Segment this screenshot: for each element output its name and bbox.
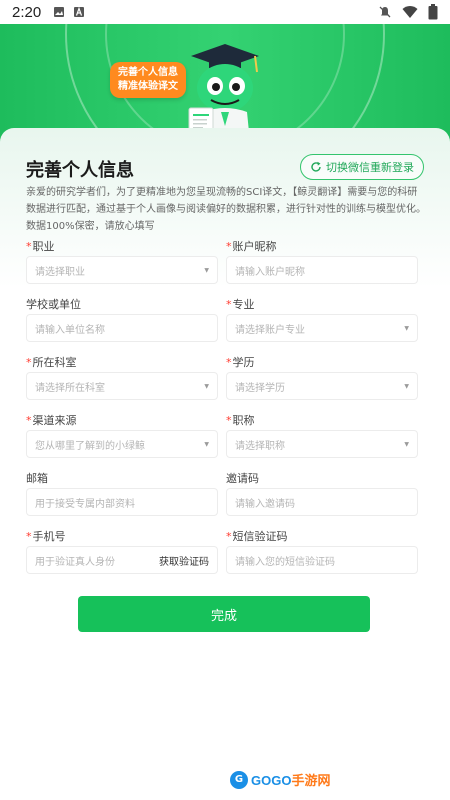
required-mark: * <box>26 240 32 253</box>
required-mark: * <box>26 530 32 543</box>
required-mark: * <box>226 356 232 369</box>
switch-wechat-login-button[interactable]: 切换微信重新登录 <box>300 154 424 180</box>
field-label-department: *所在科室 <box>26 356 77 369</box>
required-mark: * <box>26 356 32 369</box>
dropdown-caret-icon: ▼ <box>204 440 209 448</box>
get-code-button[interactable]: 获取验证码 <box>159 553 209 568</box>
required-mark: * <box>226 414 232 427</box>
refresh-icon <box>311 161 321 172</box>
field-label-occupation: *职业 <box>26 240 55 253</box>
wifi-icon <box>402 6 418 18</box>
dropdown-caret-icon: ▼ <box>204 382 209 390</box>
field-label-title: *职称 <box>226 414 255 427</box>
bubble-line-2: 精准体验译文 <box>118 81 178 92</box>
major-select[interactable]: 请选择账户专业 ▼ <box>226 314 418 342</box>
field-label-invite-code: 邀请码 <box>226 472 259 485</box>
status-bar: 2:20 <box>0 0 450 24</box>
required-mark: * <box>26 414 32 427</box>
profile-form-card: 完善个人信息 切换微信重新登录 亲爱的研究学者们，为了更精准地为您呈现流畅的SC… <box>0 128 450 800</box>
required-mark: * <box>226 240 232 253</box>
speech-bubble: 完善个人信息 精准体验译文 <box>110 62 186 98</box>
field-label-sms-code: *短信验证码 <box>226 530 288 543</box>
invite-code-input[interactable]: 请输入邀请码 <box>226 488 418 516</box>
required-mark: * <box>226 298 232 311</box>
bubble-line-1: 完善个人信息 <box>118 67 178 78</box>
intro-text: 亲爱的研究学者们，为了更精准地为您呈现流畅的SCI译文，【鲸灵翻译】需要与您的科… <box>26 187 426 232</box>
field-label-school: 学校或单位 <box>26 298 81 311</box>
occupation-select[interactable]: 请选择职业 ▼ <box>26 256 218 284</box>
battery-icon <box>428 4 438 20</box>
department-select[interactable]: 请选择所在科室 ▼ <box>26 372 218 400</box>
required-mark: * <box>226 530 232 543</box>
dropdown-caret-icon: ▼ <box>404 324 409 332</box>
field-label-education: *学历 <box>226 356 255 369</box>
dropdown-caret-icon: ▼ <box>204 266 209 274</box>
watermark-text: GOGO手游网 <box>251 773 331 788</box>
phone-input[interactable]: 用于验证真人身份 获取验证码 <box>26 546 218 574</box>
job-title-select[interactable]: 请选择职称 ▼ <box>226 430 418 458</box>
submit-button[interactable]: 完成 <box>78 596 370 632</box>
sms-code-input[interactable]: 请输入您的短信验证码 <box>226 546 418 574</box>
channel-select[interactable]: 您从哪里了解到的小绿鲸 ▼ <box>26 430 218 458</box>
status-time: 2:20 <box>12 3 42 21</box>
email-input[interactable]: 用于接受专属内部资料 <box>26 488 218 516</box>
field-label-major: *专业 <box>226 298 255 311</box>
dropdown-caret-icon: ▼ <box>404 440 409 448</box>
field-label-nickname: *账户昵称 <box>226 240 277 253</box>
education-select[interactable]: 请选择学历 ▼ <box>226 372 418 400</box>
mute-icon <box>379 6 391 18</box>
school-input[interactable]: 请输入单位名称 <box>26 314 218 342</box>
switch-wechat-login-label: 切换微信重新登录 <box>326 161 414 174</box>
field-label-channel: *渠道来源 <box>26 414 77 427</box>
dropdown-caret-icon: ▼ <box>404 382 409 390</box>
gogo-logo-icon: G <box>230 770 248 789</box>
a-icon <box>74 6 85 17</box>
field-label-phone: *手机号 <box>26 530 66 543</box>
field-label-email: 邮箱 <box>26 472 48 485</box>
gogo-watermark: G GOGO手游网 <box>230 770 330 789</box>
nickname-input[interactable]: 请输入账户昵称 <box>226 256 418 284</box>
image-icon <box>54 7 65 17</box>
page-title: 完善个人信息 <box>26 160 134 181</box>
